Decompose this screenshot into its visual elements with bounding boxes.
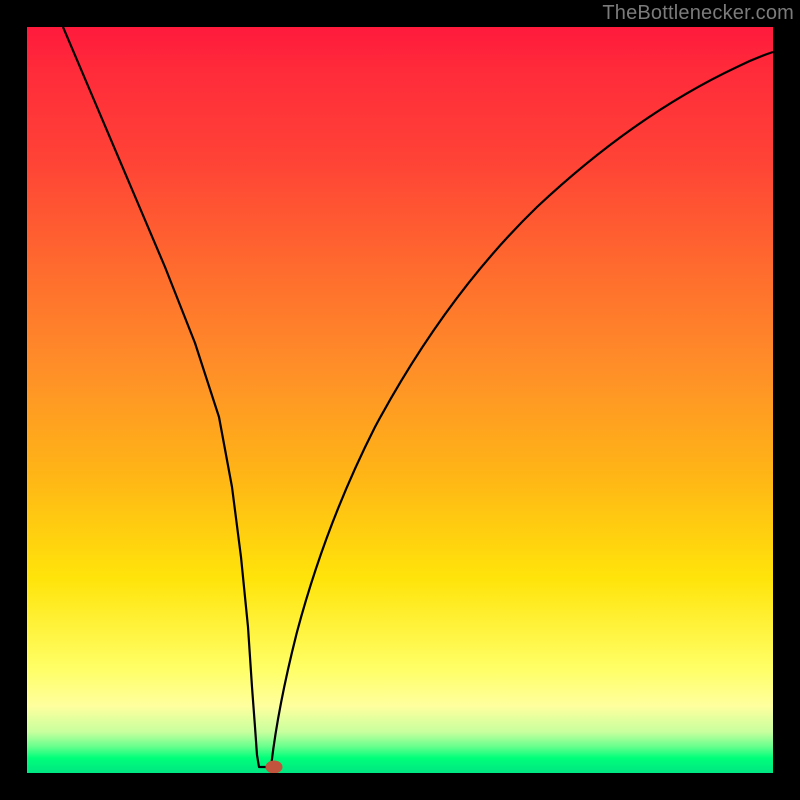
curve-layer [27,27,773,773]
chart-stage: TheBottlenecker.com [0,0,800,800]
watermark-text: TheBottlenecker.com [602,2,794,25]
bottleneck-curve [63,27,773,767]
plot-area [27,27,773,773]
marker-dot [266,761,282,773]
